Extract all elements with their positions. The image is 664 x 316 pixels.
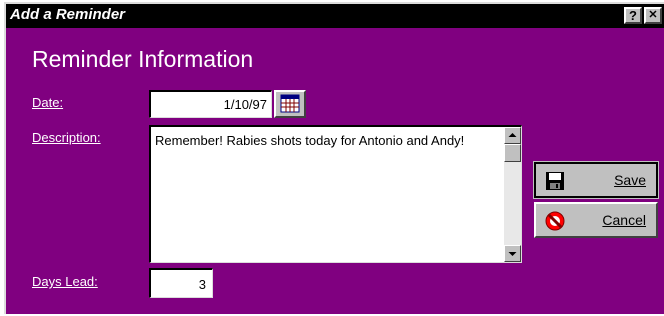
save-button[interactable]: Save (533, 161, 659, 199)
description-field[interactable]: Remember! Rabies shots today for Antonio… (149, 125, 522, 263)
scroll-thumb[interactable] (504, 144, 521, 162)
scroll-up-button[interactable] (504, 127, 521, 144)
title-bar: Add a Reminder ? ✕ (6, 4, 664, 28)
scroll-down-button[interactable] (504, 245, 521, 262)
description-text: Remember! Rabies shots today for Antonio… (155, 133, 465, 148)
cancel-button[interactable]: Cancel (534, 202, 658, 238)
reminder-dialog: Add a Reminder ? ✕ Reminder Information … (4, 2, 664, 314)
no-entry-icon (545, 211, 565, 231)
save-button-label: Save (614, 172, 646, 188)
arrow-up-icon (508, 133, 517, 137)
arrow-down-icon (508, 252, 517, 256)
cancel-button-label: Cancel (602, 212, 646, 228)
date-label: Date: (32, 95, 64, 110)
description-scrollbar[interactable] (504, 127, 521, 262)
close-button[interactable]: ✕ (644, 7, 662, 24)
days-lead-field[interactable]: 3 (149, 268, 213, 298)
window-title: Add a Reminder (10, 6, 126, 23)
page-title: Reminder Information (32, 46, 254, 72)
help-button[interactable]: ? (624, 7, 642, 24)
floppy-disk-icon (546, 172, 564, 190)
description-label: Description: (32, 130, 101, 145)
calendar-icon (280, 94, 300, 113)
calendar-button[interactable] (274, 90, 306, 118)
date-field[interactable]: 1/10/97 (149, 90, 272, 118)
days-lead-label: Days Lead: (32, 274, 98, 289)
